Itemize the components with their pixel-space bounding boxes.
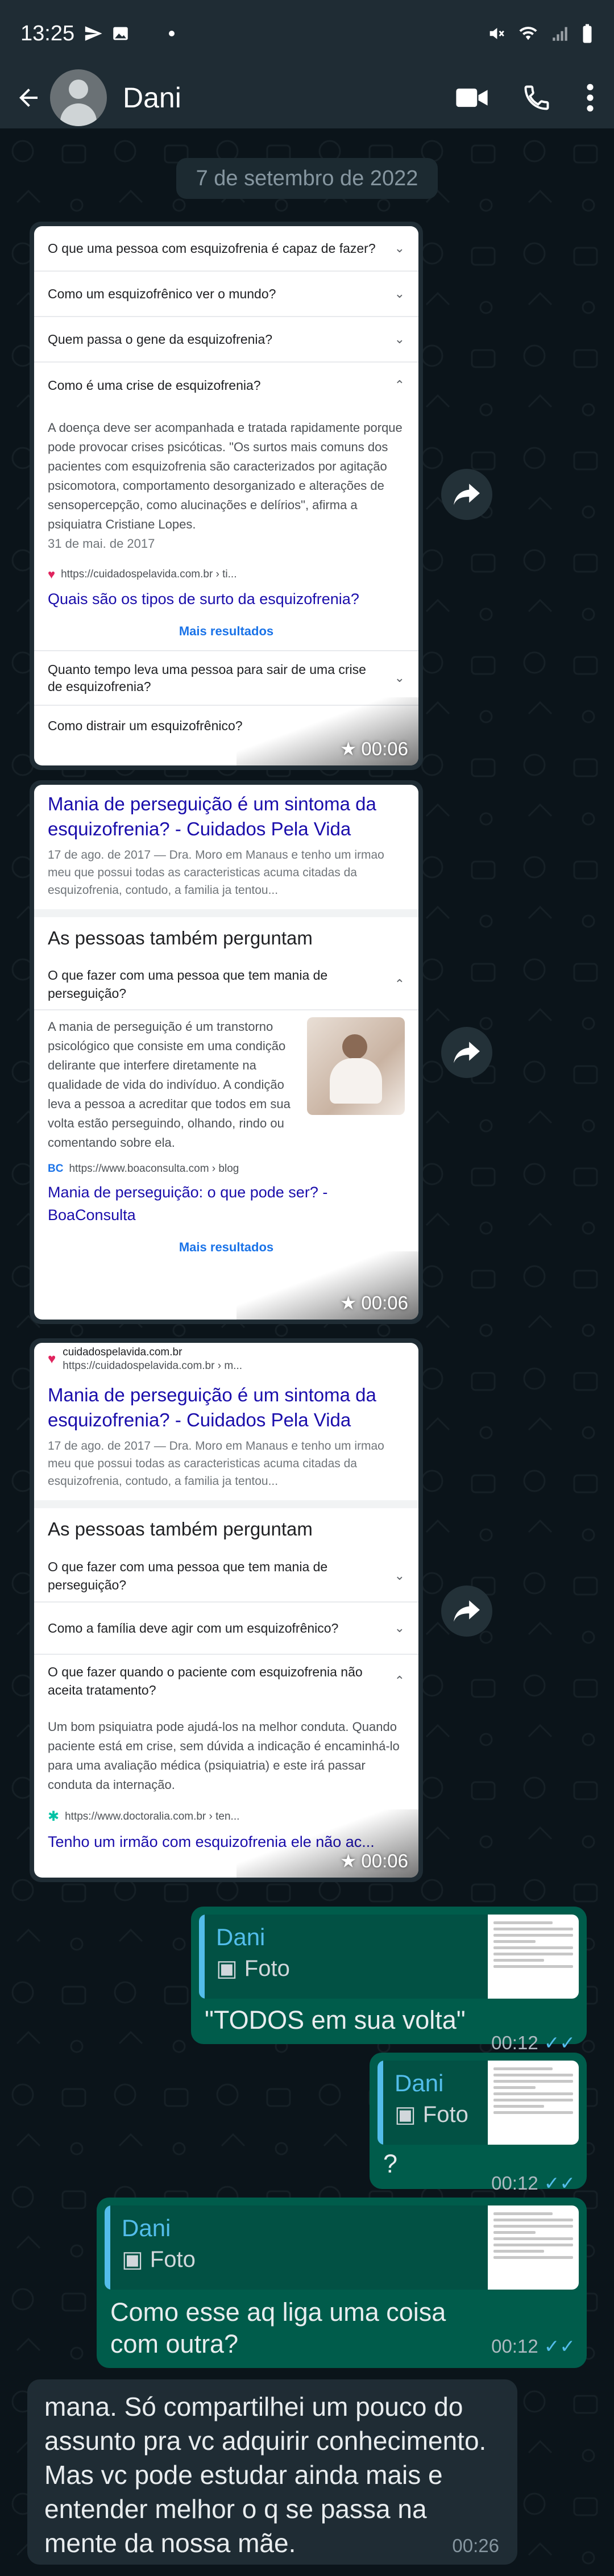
- question-row-expanded: O que fazer quando o paciente com esquiz…: [48, 1664, 405, 1697]
- photo-icon: ▣: [395, 2102, 416, 2127]
- send-icon: [85, 26, 102, 41]
- date-chip: 7 de setembro de 2022: [176, 158, 438, 199]
- quoted-thumbnail: [488, 2061, 579, 2145]
- chat-header: Dani: [0, 67, 614, 128]
- source-url: BC https://www.boaconsulta.com › blog: [48, 1163, 239, 1175]
- quoted-reply[interactable]: Dani ▣ Foto: [199, 1915, 579, 1999]
- arrow-back-icon: [19, 89, 38, 107]
- quoted-sender: Dani: [395, 2070, 444, 2096]
- forward-icon: [454, 484, 480, 505]
- doctoralia-logo-icon: ✱: [48, 1809, 60, 1824]
- signal-icon: [553, 27, 567, 41]
- status-bar: 13:25: [0, 0, 614, 67]
- message-time: ★ 00:06: [339, 1292, 408, 1314]
- mute-icon: [489, 28, 504, 39]
- more-options-icon[interactable]: [584, 82, 596, 114]
- more-results: Mais resultados: [34, 613, 418, 651]
- outgoing-message[interactable]: Dani ▣ Foto "TODOS em sua volta" 00:12 ✓✓: [191, 1907, 587, 2053]
- quoted-reply[interactable]: Dani ▣ Foto: [105, 2205, 579, 2290]
- site-favicon-icon: ♥: [48, 1351, 56, 1367]
- forward-button[interactable]: [441, 1027, 492, 1078]
- boaconsulta-logo-icon: BC: [48, 1163, 64, 1175]
- result-title: Mania de perseguição é um sintoma da esq…: [48, 1384, 376, 1430]
- quoted-thumbnail: [488, 2205, 579, 2290]
- double-check-icon: ✓✓: [544, 2336, 575, 2357]
- forward-icon: [454, 1042, 480, 1063]
- double-check-icon: ✓✓: [544, 2173, 575, 2194]
- double-check-icon: ✓✓: [544, 2032, 575, 2053]
- section-title: As pessoas também perguntam: [34, 909, 418, 959]
- question-row: O que uma pessoa com esquizofrenia é cap…: [34, 226, 418, 272]
- question-row-expanded: Como é uma crise de esquizofrenia? ⌃: [48, 377, 405, 393]
- image-icon: [113, 27, 128, 40]
- image-message[interactable]: Mania de perseguição é um sintoma da esq…: [30, 780, 423, 1324]
- incoming-message[interactable]: mana. Só compartilhei um pouco do assunt…: [27, 2379, 517, 2565]
- question-row: Como a família deve agir com um esquizof…: [34, 1603, 418, 1655]
- result-snippet: 17 de ago. de 2017 — Dra. Moro em Manaus…: [48, 1439, 384, 1488]
- quoted-reply[interactable]: Dani ▣ Foto: [377, 2061, 579, 2145]
- answer-text: A mania de perseguição é um transtorno p…: [48, 1019, 291, 1150]
- heart-icon: ♥: [48, 567, 56, 581]
- question-row: O que fazer com uma pessoa que tem mania…: [34, 1550, 418, 1603]
- outgoing-message[interactable]: Dani ▣ Foto Como esse aq liga uma coisa co…: [97, 2198, 587, 2368]
- search-screenshot: ♥ cuidadospelavida.com.br https://cuidado…: [34, 1343, 418, 1878]
- image-message[interactable]: ♥ cuidadospelavida.com.br https://cuidado…: [30, 1338, 423, 1882]
- search-screenshot: Mania de perseguição é um sintoma da esq…: [34, 785, 418, 1320]
- question-row: Como um esquizofrênico ver o mundo? ⌄: [34, 272, 418, 317]
- message-time: ★ 00:06: [339, 1850, 408, 1872]
- star-icon: ★: [339, 1292, 357, 1313]
- quoted-sender: Dani: [216, 1924, 265, 1950]
- message-meta: 00:26: [452, 2535, 499, 2556]
- forward-button[interactable]: [441, 1585, 492, 1637]
- back-button[interactable]: [10, 80, 47, 116]
- photo-icon: ▣: [216, 1956, 238, 1981]
- message-time: ★ 00:06: [339, 738, 408, 760]
- battery-icon: [583, 24, 592, 43]
- photo-icon: ▣: [122, 2247, 143, 2272]
- video-call-icon[interactable]: [455, 85, 489, 111]
- outgoing-message[interactable]: Dani ▣ Foto ? 00:12 ✓✓: [370, 2053, 587, 2194]
- dot-icon: [169, 31, 175, 36]
- forward-button[interactable]: [441, 469, 492, 520]
- star-icon: ★: [339, 1850, 357, 1871]
- phone-icon[interactable]: [522, 83, 551, 113]
- forward-icon: [454, 1600, 480, 1622]
- quoted-thumbnail: [488, 1915, 579, 1999]
- answer-text: Um bom psiquiatra pode ajudá-los na melh…: [48, 1720, 400, 1792]
- answer-text: A doença deve ser acompanhada e tratada …: [48, 421, 403, 551]
- result-link: Quais são os tipos de surto da esquizofr…: [48, 590, 359, 607]
- image-message[interactable]: O que uma pessoa com esquizofrenia é cap…: [30, 222, 423, 770]
- star-icon: ★: [339, 738, 357, 759]
- answer-image: [307, 1017, 405, 1115]
- message-text: mana. Só compartilhei um pouco do assunt…: [44, 2392, 487, 2558]
- wifi-icon: [519, 27, 537, 40]
- message-meta: 00:12 ✓✓: [491, 2172, 575, 2194]
- status-time: 13:25: [20, 21, 75, 45]
- message-text: "TODOS em sua volta": [205, 2005, 466, 2034]
- avatar[interactable]: [50, 69, 107, 126]
- quoted-sender: Dani: [122, 2215, 171, 2241]
- result-link: Mania de perseguição: o que pode ser? - …: [48, 1184, 328, 1224]
- question-row-expanded: O que fazer com uma pessoa que tem mania…: [34, 959, 418, 1010]
- search-screenshot: O que uma pessoa com esquizofrenia é cap…: [34, 226, 418, 765]
- section-title: As pessoas também perguntam: [34, 1500, 418, 1550]
- contact-name[interactable]: Dani: [123, 81, 181, 114]
- source-url: ♥ https://cuidadospelavida.com.br › ti...: [48, 567, 237, 581]
- result-title: Mania de perseguição é um sintoma da esq…: [48, 793, 376, 839]
- question-row: Quem passa o gene da esquizofrenia? ⌄: [34, 317, 418, 363]
- result-snippet: 17 de ago. de 2017 — Dra. Moro em Manaus…: [48, 848, 384, 897]
